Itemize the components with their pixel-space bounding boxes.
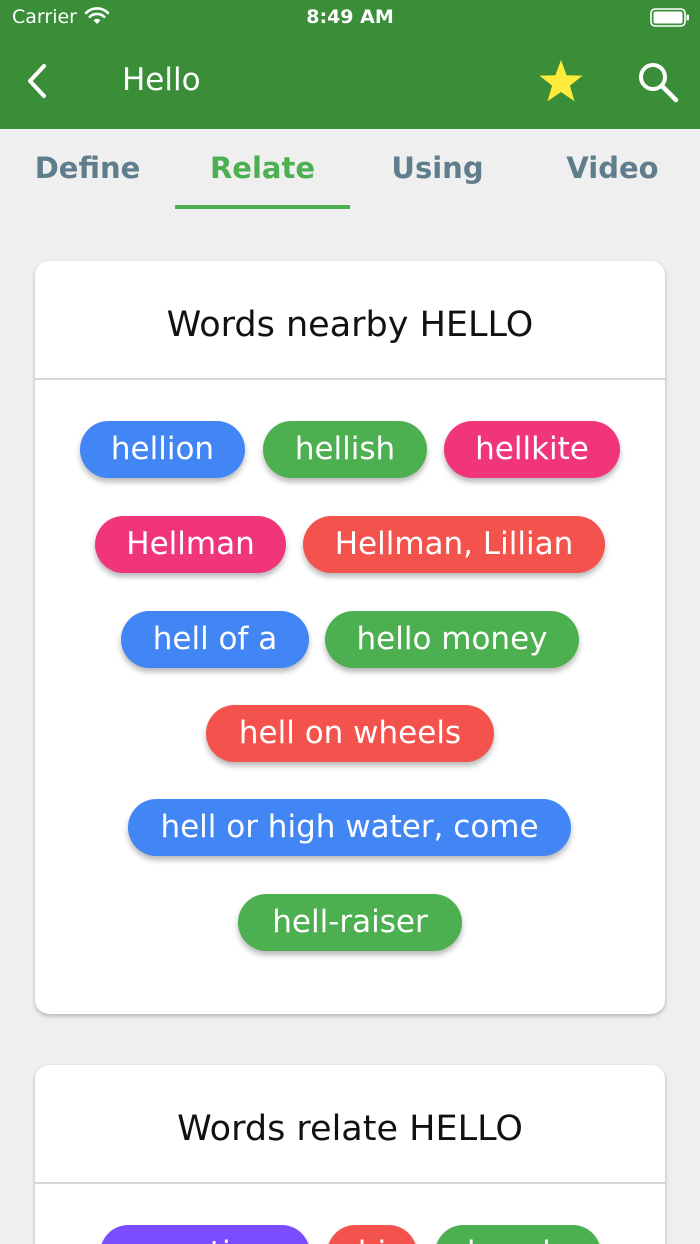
card-divider [35,1182,665,1184]
word-chip[interactable]: hellish [263,421,427,478]
words-related-card: Words relate HELLO greeting hi howdy [35,1065,665,1244]
word-chip[interactable]: hell or high water, come [128,799,571,856]
word-chip[interactable]: hell on wheels [206,705,494,762]
star-icon[interactable] [537,58,585,104]
back-arrow-icon[interactable] [22,60,56,102]
tab-using[interactable]: Using [350,151,525,185]
words-nearby-card: Words nearby HELLO hellion hellish hellk… [35,261,665,1014]
word-chip[interactable]: Hellman, Lillian [303,516,605,573]
word-chip[interactable]: hellion [80,421,245,478]
word-chip[interactable]: hell-raiser [238,894,462,951]
tab-video[interactable]: Video [525,151,700,185]
words-related-title: Words relate HELLO [177,1109,523,1149]
word-chip[interactable]: Hellman [95,516,286,573]
page-title: Hello [122,62,201,98]
word-chip[interactable]: howdy [435,1225,601,1244]
word-chip[interactable]: greeting [100,1225,310,1244]
word-chip[interactable]: hellkite [444,421,620,478]
tab-define[interactable]: Define [0,151,175,185]
app-bar: Carrier 8:49 AM Hello [0,0,700,129]
active-tab-indicator [175,205,350,209]
search-icon[interactable] [635,59,681,105]
tab-bar: Define Relate Using Video [0,129,700,211]
tab-relate[interactable]: Relate [175,151,350,185]
status-time: 8:49 AM [306,6,394,28]
words-nearby-title: Words nearby HELLO [166,305,534,345]
card-divider [35,378,665,380]
battery-icon [650,8,689,27]
word-chip[interactable]: hi [327,1225,417,1244]
word-chip[interactable]: hello money [325,611,579,668]
status-bar: Carrier 8:49 AM [0,0,700,36]
word-chip[interactable]: hell of a [121,611,309,668]
